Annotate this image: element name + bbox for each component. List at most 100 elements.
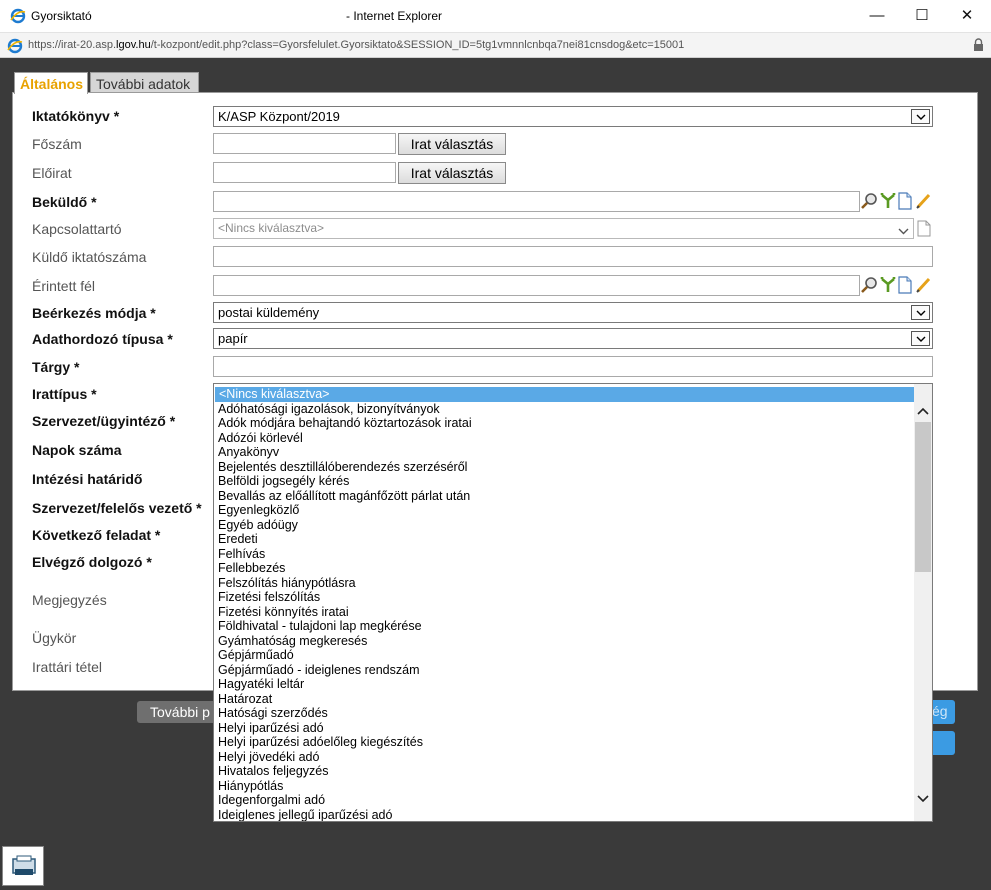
dropdown-item[interactable]: Bevallás az előállított magánfőzött párl… (214, 489, 914, 504)
beerkezes-modja-value: postai küldemény (218, 305, 320, 320)
dropdown-item[interactable]: Hagyatéki leltár (214, 677, 914, 692)
kovetkezo-feladat-label: Következő feladat * (32, 527, 161, 543)
tree-structure-icon[interactable] (879, 276, 897, 297)
chevron-down-icon[interactable] (911, 305, 930, 320)
adathordozo-value: papír (218, 331, 248, 346)
dropdown-item[interactable]: Felhívás (214, 547, 914, 562)
irattipus-label: Irattípus * (32, 386, 97, 402)
dropdown-item[interactable]: Adózói körlevél (214, 431, 914, 446)
dropdown-item[interactable]: Fellebbezés (214, 561, 914, 576)
dropdown-item[interactable]: Hatósági szerződés (214, 706, 914, 721)
dropdown-item[interactable]: Gépjárműadó - ideiglenes rendszám (214, 663, 914, 678)
close-window-button[interactable]: ✕ (944, 0, 990, 32)
dropdown-item[interactable]: Hiánypótlás (214, 779, 914, 794)
iktatokonyv-value: K/ASP Központ/2019 (218, 109, 340, 124)
scrollbar-thumb[interactable] (915, 422, 931, 572)
window-title-bar: Gyorsiktató - Internet Explorer — ☐ ✕ (0, 0, 991, 32)
lock-icon[interactable] (973, 38, 984, 55)
chevron-down-icon[interactable] (911, 109, 930, 124)
dropdown-item[interactable]: Felszólítás hiánypótlásra (214, 576, 914, 591)
window-browser-title: - Internet Explorer (346, 9, 443, 23)
adathordozo-label: Adathordozó típusa * (32, 331, 173, 347)
dropdown-item[interactable]: Fizetési felszólítás (214, 590, 914, 605)
edit-pencil-icon[interactable] (915, 192, 933, 213)
beerkezes-modja-label: Beérkezés módja * (32, 305, 156, 321)
erintett-fel-icon-group (861, 276, 935, 296)
dropdown-item[interactable]: Gyámhatóság megkeresés (214, 634, 914, 649)
new-document-icon[interactable] (897, 192, 913, 213)
kuldo-iktatoszama-label: Küldő iktatószáma (32, 249, 147, 265)
dropdown-item[interactable]: Fizetési könnyítés iratai (214, 605, 914, 620)
kapcsolattarto-select[interactable]: <Nincs kiválasztva> (213, 218, 914, 239)
page-favicon-icon (7, 38, 23, 57)
dropdown-item[interactable]: Anyakönyv (214, 445, 914, 460)
tab-tovabbi-adatok[interactable]: További adatok (90, 72, 199, 93)
tree-structure-icon[interactable] (879, 192, 897, 213)
szervezet-ugyintezo-label: Szervezet/ügyintéző * (32, 413, 176, 429)
chevron-down-icon[interactable] (898, 224, 909, 238)
dropdown-item[interactable]: Eredeti (214, 532, 914, 547)
foszam-input[interactable] (213, 133, 396, 154)
dropdown-item[interactable]: Bejelentés desztillálóberendezés szerzés… (214, 460, 914, 475)
dropdown-item[interactable]: Adók módjára behajtandó köztartozások ir… (214, 416, 914, 431)
irattipus-dropdown-list[interactable]: <Nincs kiválasztva> Adóhatósági igazoláso… (213, 383, 933, 822)
eloirat-input[interactable] (213, 162, 396, 183)
targy-input[interactable] (213, 356, 933, 377)
elvegzo-dolgozo-label: Elvégző dolgozó * (32, 554, 152, 570)
dropdown-item[interactable]: Idegenforgalmi adó (214, 793, 914, 808)
dropdown-item[interactable]: Helyi jövedéki adó (214, 750, 914, 765)
dropdown-item[interactable]: Határozat (214, 692, 914, 707)
ugykor-label: Ügykör (32, 630, 77, 646)
document-icon[interactable] (917, 220, 931, 240)
eloirat-label: Előirat (32, 165, 72, 181)
internet-explorer-icon (10, 8, 26, 27)
dropdown-item[interactable]: Egyenlegközlő (214, 503, 914, 518)
napok-szama-label: Napok száma (32, 442, 122, 458)
kuldo-iktatoszama-input[interactable] (213, 246, 933, 267)
dropdown-item[interactable]: Hivatalos feljegyzés (214, 764, 914, 779)
address-bar[interactable]: https://irat-20.asp.lgov.hu/t-kozpont/ed… (0, 32, 991, 58)
kapcsolattarto-value: <Nincs kiválasztva> (218, 221, 325, 235)
szervezet-felelos-label: Szervezet/felelős vezető * (32, 500, 202, 516)
targy-label: Tárgy * (32, 359, 80, 375)
iktatokonyv-label: Iktatókönyv * (32, 108, 120, 124)
bekuldo-icon-group (861, 192, 935, 212)
dropdown-item[interactable]: Helyi iparűzési adóelőleg kiegészítés (214, 735, 914, 750)
url-path: /t-kozpont/edit.php?class=Gyorsfelulet.G… (150, 39, 685, 51)
erintett-fel-input[interactable] (213, 275, 860, 296)
url-prefix: https://irat-20.asp. (28, 39, 117, 51)
tab-altalanos[interactable]: Általános (14, 72, 88, 94)
intezesi-hatarido-label: Intézési határidő (32, 471, 143, 487)
search-icon[interactable] (861, 192, 879, 213)
chevron-down-icon[interactable] (911, 331, 930, 346)
dropdown-item-selected[interactable]: <Nincs kiválasztva> (215, 387, 914, 402)
dropdown-item[interactable]: Adóhatósági igazolások, bizonyítványok (214, 402, 914, 417)
eloirat-irat-valasztas-button[interactable]: Irat választás (398, 162, 506, 184)
dropdown-item[interactable]: Gépjárműadó (214, 648, 914, 663)
iktatokonyv-select[interactable]: K/ASP Központ/2019 (213, 106, 933, 127)
bekuldo-input[interactable] (213, 191, 860, 212)
dropdown-item[interactable]: Egyéb adóügy (214, 518, 914, 533)
address-url[interactable]: https://irat-20.asp.lgov.hu/t-kozpont/ed… (28, 39, 684, 51)
dropdown-item[interactable]: Helyi iparűzési adó (214, 721, 914, 736)
beerkezes-modja-select[interactable]: postai küldemény (213, 302, 933, 323)
kapcsolattarto-label: Kapcsolattartó (32, 221, 122, 237)
erintett-fel-label: Érintett fél (32, 278, 96, 294)
dropdown-item[interactable]: Földhivatal - tulajdoni lap megkérése (214, 619, 914, 634)
minimize-button[interactable]: — (854, 0, 900, 32)
irattari-tetel-label: Irattári tétel (32, 659, 103, 675)
dropdown-item[interactable]: Ideiglenes jellegű iparűzési adó (214, 808, 914, 821)
adathordozo-select[interactable]: papír (213, 328, 933, 349)
dropdown-item[interactable]: Belföldi jogsegély kérés (214, 474, 914, 489)
maximize-button[interactable]: ☐ (899, 0, 945, 32)
scroll-down-icon[interactable] (917, 791, 929, 806)
dropdown-scrollbar[interactable] (914, 384, 932, 821)
new-document-icon[interactable] (897, 276, 913, 297)
foszam-irat-valasztas-button[interactable]: Irat választás (398, 133, 506, 155)
megjegyzes-label: Megjegyzés (32, 592, 107, 608)
search-icon[interactable] (861, 276, 879, 297)
scroll-up-icon[interactable] (917, 403, 929, 418)
scanner-app-icon[interactable] (2, 846, 44, 886)
edit-pencil-icon[interactable] (915, 276, 933, 297)
foszam-label: Főszám (32, 136, 82, 152)
